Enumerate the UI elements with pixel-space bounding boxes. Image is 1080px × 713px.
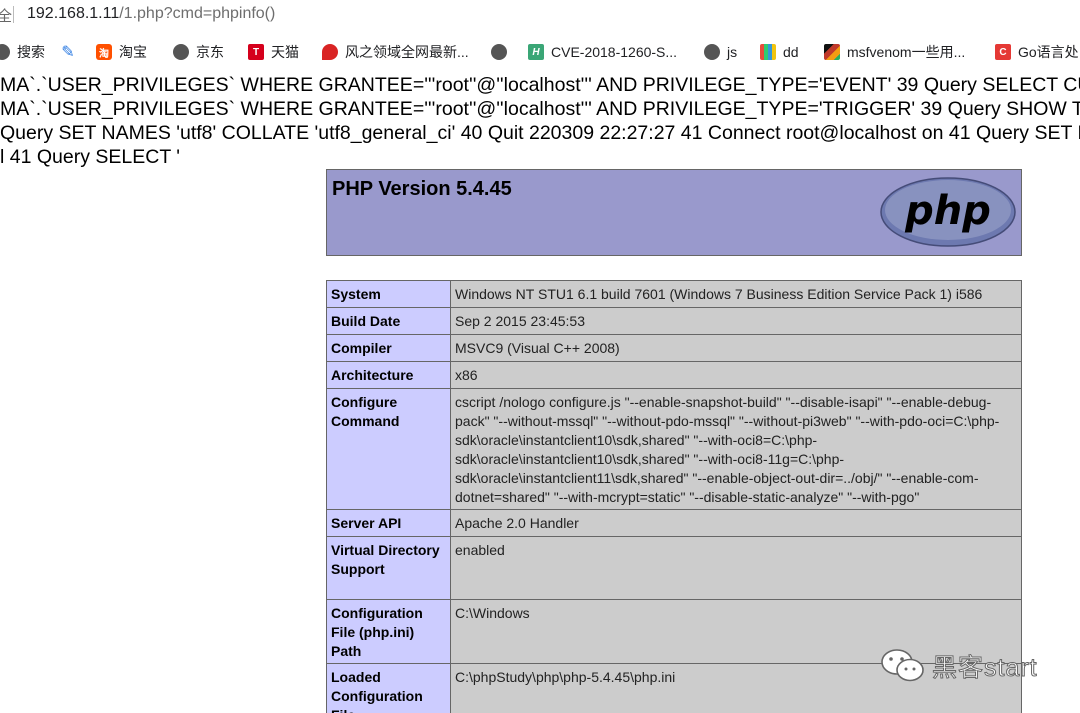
colorful-icon: [760, 44, 776, 60]
php-version-header: PHP Version 5.4.45 php: [326, 169, 1022, 256]
globe-icon: [491, 44, 507, 60]
fengzhi-icon: [322, 44, 338, 60]
globe-icon: [704, 44, 720, 60]
row-key: Architecture: [326, 361, 451, 389]
watermark-text: 黑客start: [932, 654, 1038, 683]
row-key: Build Date: [326, 307, 451, 335]
url-text[interactable]: 192.168.1.11/1.php?cmd=phpinfo(): [27, 5, 275, 23]
address-separator: [13, 6, 14, 23]
table-row: Virtual Directory Support enabled: [326, 536, 1022, 600]
bookmark-label: 京东: [196, 44, 224, 60]
row-key: System: [326, 280, 451, 308]
bookmark-tmall[interactable]: T 天猫: [248, 42, 299, 62]
bookmark-label: 搜索: [17, 44, 45, 60]
bookmark-label: 淘宝: [119, 44, 147, 60]
row-value: Apache 2.0 Handler: [450, 509, 1022, 537]
log-line: MA`.`USER_PRIVILEGES` WHERE GRANTEE='''r…: [0, 98, 1080, 120]
table-row: Server API Apache 2.0 Handler: [326, 509, 1022, 537]
table-row: Configure Command cscript /nologo config…: [326, 388, 1022, 510]
php-logo-icon: php: [880, 177, 1016, 247]
wechat-watermark: 黑客start: [880, 648, 1038, 684]
bookmark-label: dd: [783, 44, 799, 60]
table-row: Compiler MSVC9 (Visual C++ 2008): [326, 334, 1022, 362]
c-icon: C: [995, 44, 1011, 60]
bookmark-go[interactable]: C Go语言处: [995, 42, 1079, 62]
bookmark-jd[interactable]: 京东: [173, 42, 224, 62]
row-value: enabled: [450, 536, 1022, 600]
table-row: Build Date Sep 2 2015 23:45:53: [326, 307, 1022, 335]
globe-icon: [173, 44, 189, 60]
row-value: Windows NT STU1 6.1 build 7601 (Windows …: [450, 280, 1022, 308]
tmall-icon: T: [248, 44, 264, 60]
feather-icon: ✎: [61, 44, 75, 61]
bookmark-feather[interactable]: ✎: [60, 42, 83, 62]
bookmark-label: Go语言处: [1018, 44, 1079, 60]
bookmark-label: 天猫: [271, 44, 299, 60]
row-value: Sep 2 2015 23:45:53: [450, 307, 1022, 335]
security-label[interactable]: 全: [0, 5, 12, 26]
row-key: Compiler: [326, 334, 451, 362]
row-key: Configuration File (php.ini) Path: [326, 599, 451, 664]
log-line: MA`.`USER_PRIVILEGES` WHERE GRANTEE='''r…: [0, 74, 1080, 96]
table-row: Architecture x86: [326, 361, 1022, 389]
log-line: Query SET NAMES 'utf8' COLLATE 'utf8_gen…: [0, 122, 1080, 144]
bookmark-label: js: [727, 44, 738, 60]
bookmark-globe[interactable]: [491, 42, 514, 62]
bookmark-label: msfvenom一些用...: [847, 44, 966, 60]
bookmark-taobao[interactable]: 淘 淘宝: [96, 42, 147, 62]
bookmark-fengzhi[interactable]: 风之领域全网最新...: [322, 42, 469, 62]
bookmarks-bar: 搜索 ✎ 淘 淘宝 京东 T 天猫 风之领域全网最新... H CVE-2018…: [0, 36, 1080, 68]
table-row: System Windows NT STU1 6.1 build 7601 (W…: [326, 280, 1022, 308]
bookmark-js[interactable]: js: [704, 42, 737, 62]
row-key: Virtual Directory Support: [326, 536, 451, 600]
wechat-icon: [881, 649, 924, 682]
row-key: Server API: [326, 509, 451, 537]
bookmark-msfvenom[interactable]: msfvenom一些用...: [824, 42, 965, 62]
taobao-icon: 淘: [96, 44, 112, 60]
row-value: cscript /nologo configure.js "--enable-s…: [450, 388, 1022, 510]
h-icon: H: [528, 44, 544, 60]
bookmark-dd[interactable]: dd: [760, 42, 799, 62]
query-log: MA`.`USER_PRIVILEGES` WHERE GRANTEE='''r…: [0, 73, 1080, 169]
address-bar[interactable]: 全 192.168.1.11/1.php?cmd=phpinfo(): [0, 0, 1080, 32]
row-value: MSVC9 (Visual C++ 2008): [450, 334, 1022, 362]
msf-icon: [824, 44, 840, 60]
bookmark-search[interactable]: 搜索: [0, 42, 45, 62]
bookmark-cve[interactable]: H CVE-2018-1260-S...: [528, 42, 677, 62]
url-path: /1.php?cmd=phpinfo(): [119, 5, 276, 22]
url-host: 192.168.1.11: [27, 5, 120, 22]
globe-icon: [0, 44, 10, 60]
row-value: x86: [450, 361, 1022, 389]
bookmark-label: CVE-2018-1260-S...: [551, 44, 678, 60]
log-line: l 41 Query SELECT ': [0, 146, 181, 168]
php-logo-text: php: [904, 188, 991, 234]
bookmark-label: 风之领域全网最新...: [345, 44, 469, 60]
row-key: Configure Command: [326, 388, 451, 510]
php-version-title: PHP Version 5.4.45: [332, 178, 512, 200]
row-key: Loaded Configuration File: [326, 663, 451, 713]
